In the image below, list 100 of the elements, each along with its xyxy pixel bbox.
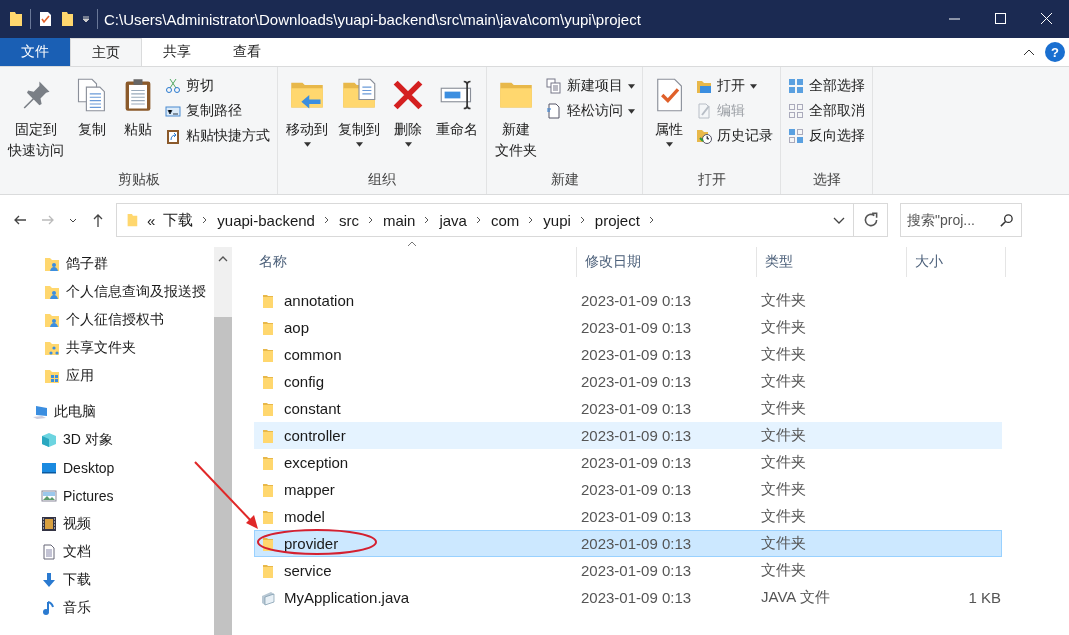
- film-icon: [41, 516, 57, 532]
- file-row[interactable]: constant 2023-01-09 0:13 文件夹: [254, 395, 1002, 422]
- java-file-icon: [260, 589, 276, 606]
- column-header[interactable]: 修改日期: [576, 247, 756, 277]
- file-tab[interactable]: 文件: [0, 38, 70, 66]
- ribbon-button[interactable]: 新建项目: [543, 75, 638, 97]
- select-none-icon: [788, 103, 804, 119]
- sidebar-item[interactable]: 个人信息查询及报送授: [0, 278, 214, 306]
- modified-date: 2023-01-09 0:13: [581, 319, 693, 336]
- breadcrumb[interactable]: src: [338, 211, 359, 229]
- window-title: C:\Users\Administrator\Downloads\yuapi-backend\src\main\java\com\yupi\project: [104, 10, 641, 28]
- file-row[interactable]: service 2023-01-09 0:13 文件夹: [254, 557, 1002, 584]
- sidebar-item[interactable]: 应用: [0, 362, 214, 390]
- scissors-icon: [165, 78, 181, 94]
- chevron-down-icon[interactable]: [833, 215, 845, 225]
- sidebar-item[interactable]: 3D 对象: [0, 426, 214, 454]
- sidebar-item[interactable]: 文档: [0, 538, 214, 566]
- help-button[interactable]: ?: [1045, 42, 1065, 62]
- sidebar-item[interactable]: 音乐: [0, 594, 214, 622]
- address-bar[interactable]: « 下载 yuapi-backend src main java com yupi project: [116, 203, 854, 237]
- ribbon-button[interactable]: 复制到: [334, 75, 384, 149]
- file-type: 文件夹: [761, 561, 807, 580]
- modified-date: 2023-01-09 0:13: [581, 346, 693, 363]
- scroll-up-icon[interactable]: [218, 255, 228, 263]
- folder-icon: [8, 11, 24, 27]
- ribbon-button[interactable]: 复制: [70, 75, 114, 142]
- file-type: 文件夹: [761, 318, 807, 337]
- chevron-icon[interactable]: [474, 215, 483, 225]
- caret-icon: [303, 142, 311, 147]
- ribbon-button[interactable]: 全部选择: [785, 75, 868, 97]
- file-type: 文件夹: [761, 399, 807, 418]
- breadcrumb[interactable]: main: [382, 211, 416, 229]
- chevron-icon[interactable]: [578, 215, 587, 225]
- overflow-button[interactable]: «: [147, 211, 156, 229]
- search-field[interactable]: 搜索"proj...: [900, 203, 1022, 237]
- file-type: 文件夹: [761, 453, 807, 472]
- folder-icon[interactable]: [59, 11, 75, 27]
- file-row[interactable]: MyApplication.java 2023-01-09 0:13 JAVA 文件 1 KB: [254, 584, 1002, 611]
- dropdown-icon[interactable]: [81, 14, 91, 24]
- ribbon-button[interactable]: 属性: [647, 75, 691, 149]
- file-row[interactable]: config 2023-01-09 0:13 文件夹: [254, 368, 1002, 395]
- ribbon-button[interactable]: 反向选择: [785, 125, 868, 147]
- ribbon-button[interactable]: 移动到: [282, 75, 332, 149]
- sidebar-item[interactable]: 此电脑: [0, 398, 214, 426]
- ribbon-tab[interactable]: 主页: [70, 38, 142, 66]
- ribbon-button[interactable]: 打开: [693, 75, 776, 97]
- collapse-icon[interactable]: [1023, 48, 1035, 56]
- file-row[interactable]: aop 2023-01-09 0:13 文件夹: [254, 314, 1002, 341]
- ribbon-button[interactable]: 固定到 快速访问: [4, 75, 68, 163]
- file-row[interactable]: provider 2023-01-09 0:13 文件夹: [254, 530, 1002, 557]
- cube-icon: [41, 432, 57, 448]
- column-header[interactable]: 类型: [756, 247, 906, 277]
- properties-icon[interactable]: [37, 11, 53, 27]
- refresh-button[interactable]: [854, 203, 888, 237]
- breadcrumb[interactable]: yuapi-backend: [217, 211, 315, 229]
- ribbon-button[interactable]: 新建 文件夹: [491, 75, 541, 163]
- file-row[interactable]: annotation 2023-01-09 0:13 文件夹: [254, 287, 1002, 314]
- document-icon: [41, 544, 57, 560]
- file-row[interactable]: mapper 2023-01-09 0:13 文件夹: [254, 476, 1002, 503]
- sidebar-item[interactable]: Desktop: [0, 454, 214, 482]
- sidebar-item[interactable]: 视频: [0, 510, 214, 538]
- ribbon-button[interactable]: 全部取消: [785, 100, 868, 122]
- file-row[interactable]: common 2023-01-09 0:13 文件夹: [254, 341, 1002, 368]
- breadcrumb[interactable]: java: [439, 211, 467, 229]
- sidebar-item[interactable]: 共享文件夹: [0, 334, 214, 362]
- sidebar-item[interactable]: 个人征信授权书: [0, 306, 214, 334]
- sidebar-item[interactable]: Pictures: [0, 482, 214, 510]
- sidebar-item[interactable]: 鸽子群: [0, 250, 214, 278]
- chevron-icon[interactable]: [366, 215, 375, 225]
- file-type: JAVA 文件: [761, 588, 831, 607]
- breadcrumb[interactable]: 下载: [163, 210, 194, 230]
- shortcut-icon: [165, 128, 181, 144]
- ribbon-button[interactable]: 复制路径: [162, 100, 273, 122]
- file-row[interactable]: exception 2023-01-09 0:13 文件夹: [254, 449, 1002, 476]
- ribbon-button[interactable]: 轻松访问: [543, 100, 638, 122]
- ribbon-button[interactable]: 剪切: [162, 75, 273, 97]
- scrollbar[interactable]: [214, 247, 232, 635]
- pictures-icon: [41, 488, 57, 504]
- column-header[interactable]: 大小: [906, 247, 1006, 277]
- ribbon-button[interactable]: 重命名: [432, 75, 482, 142]
- ribbon-button[interactable]: 粘贴: [116, 75, 160, 142]
- caret-icon: [628, 83, 635, 89]
- breadcrumb[interactable]: yupi: [543, 211, 571, 229]
- folder-icon: [260, 319, 276, 336]
- modified-date: 2023-01-09 0:13: [581, 427, 693, 444]
- chevron-icon[interactable]: [322, 215, 331, 225]
- caret-icon: [665, 142, 673, 147]
- file-row[interactable]: model 2023-01-09 0:13 文件夹: [254, 503, 1002, 530]
- breadcrumb[interactable]: project: [594, 211, 640, 229]
- ribbon-button[interactable]: 历史记录: [693, 125, 776, 147]
- scrollbar-thumb[interactable]: [214, 317, 232, 635]
- file-row[interactable]: controller 2023-01-09 0:13 文件夹: [254, 422, 1002, 449]
- chevron-icon[interactable]: [647, 215, 656, 225]
- column-header[interactable]: 名称: [254, 247, 576, 277]
- ribbon-button[interactable]: 粘贴快捷方式: [162, 125, 273, 147]
- breadcrumb[interactable]: com: [490, 211, 520, 229]
- sidebar-item[interactable]: 下载: [0, 566, 214, 594]
- folder-icon: [260, 373, 276, 390]
- invert-selection-icon: [788, 128, 804, 144]
- ribbon-button[interactable]: 删除: [386, 75, 430, 149]
